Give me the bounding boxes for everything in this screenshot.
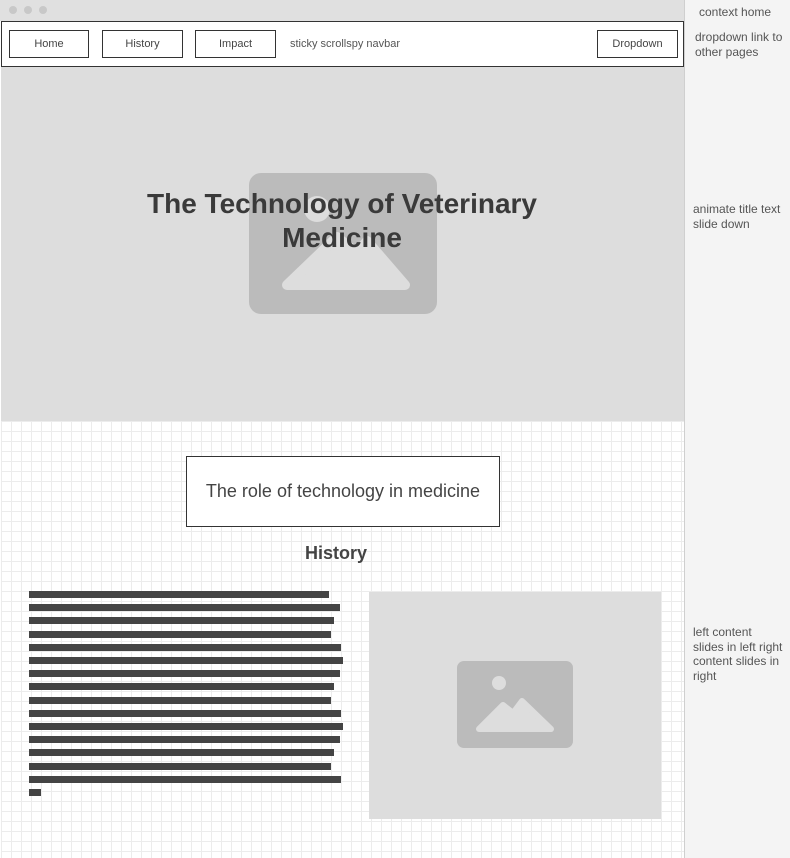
text-line-bar [29,617,334,625]
annotations-panel: context home dropdown link to other page… [685,0,790,858]
note-slides: left content slides in left right conten… [693,625,783,683]
nav-history-button[interactable]: History [102,30,183,58]
text-line-bar [29,723,343,730]
hero-title: The Technology of Veterinary Medicine [146,188,537,253]
text-line-bar [29,670,340,678]
history-heading: History [304,543,367,563]
content-section: The role of technology in medicine Histo… [1,421,684,858]
text-line-bar [29,643,341,651]
text-line-bar [29,683,334,691]
content-image [369,592,661,819]
text-line-bar [29,749,334,757]
note-animate-title: animate title text slide down [693,202,781,231]
nav-impact-button[interactable]: Impact [195,30,276,58]
navbar-annotation: sticky scrollspy navbar [290,38,401,50]
text-line-bar [29,709,341,717]
window-maximize-dot[interactable] [39,6,47,14]
text-line-bar [29,789,41,796]
sticky-navbar: Home History Impact sticky scrollspy nav… [1,21,684,67]
note-context-home: context home [699,5,772,19]
window-titlebar [0,0,684,21]
text-line-bar [29,604,340,612]
text-line-bar [29,762,331,770]
window-minimize-dot[interactable] [24,6,32,14]
text-line-bar [29,591,329,598]
browser-window: Home History Impact sticky scrollspy nav… [0,0,685,858]
image-placeholder-icon [457,661,573,748]
nav-home-button[interactable]: Home [9,30,89,58]
text-line-bar [29,630,331,638]
hero-section: The Technology of Veterinary Medicine [1,67,684,421]
text-line-bar [29,775,341,783]
text-line-bar [29,657,343,664]
text-line-bar [29,736,340,744]
window-close-dot[interactable] [9,6,17,14]
text-line-bar [29,696,331,704]
nav-dropdown-button[interactable]: Dropdown [597,30,678,58]
role-title-box: The role of technology in medicine [186,456,500,527]
note-dropdown: dropdown link to other pages [695,30,783,59]
